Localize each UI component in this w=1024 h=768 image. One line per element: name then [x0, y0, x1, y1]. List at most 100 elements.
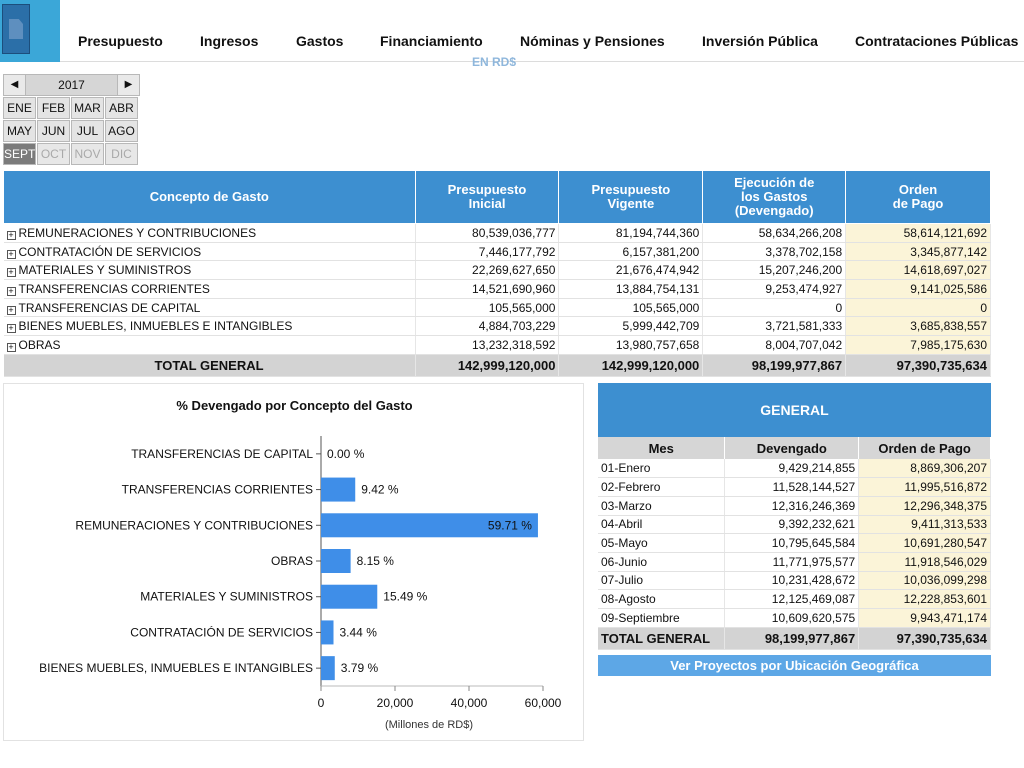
expand-icon[interactable]: + — [6, 324, 16, 334]
category-label: TRANSFERENCIAS CORRIENTES — [122, 483, 313, 497]
devengado-cell: 8,004,707,042 — [702, 335, 847, 355]
expand-icon[interactable]: + — [6, 268, 16, 278]
nav-nominas-pensiones[interactable]: Nóminas y Pensiones — [520, 33, 665, 49]
x-tick-label: 40,000 — [451, 696, 488, 710]
orden-cell: 9,141,025,586 — [845, 279, 991, 299]
general-table: Mes Devengado Orden de Pago 01-Enero 9,42… — [598, 437, 991, 650]
gen-devengado-cell: 12,316,246,369 — [724, 496, 860, 516]
vigente-cell: 13,980,757,658 — [558, 335, 704, 355]
prev-year-icon[interactable]: ◀ — [4, 75, 26, 95]
budget-row: + MATERIALES Y SUMINISTROS 22,269,627,650 2… — [3, 260, 991, 281]
budget-row: + REMUNERACIONES Y CONTRIBUCIONES 80,539,0… — [3, 223, 991, 243]
bar — [321, 584, 378, 609]
month-may[interactable]: MAY — [3, 120, 36, 142]
month-grid: ENE FEB MAR ABR MAY JUN JUL AGO SEPT OCT NOV DIC — [3, 97, 140, 165]
devengado-cell: 3,378,702,158 — [702, 242, 847, 262]
budget-body: + REMUNERACIONES Y CONTRIBUCIONES 80,539,0… — [3, 223, 991, 355]
bar-value-label: 8.15 % — [357, 554, 395, 568]
bar-value-label: 3.79 % — [341, 661, 379, 675]
gen-orden-cell: 12,296,348,375 — [858, 496, 991, 516]
vigente-cell: 6,157,381,200 — [558, 242, 704, 262]
month-ago[interactable]: AGO — [105, 120, 138, 142]
month-abr[interactable]: ABR — [105, 97, 138, 119]
concepto-label: MATERIALES Y SUMINISTROS — [18, 263, 192, 278]
logo-mark — [2, 4, 30, 54]
bar-value-label: 9.42 % — [361, 483, 399, 497]
category-label: BIENES MUEBLES, INMUEBLES E INTANGIBLES — [39, 661, 313, 675]
orden-cell: 3,345,877,142 — [845, 242, 991, 262]
nav-inversion-publica[interactable]: Inversión Pública — [702, 33, 818, 49]
gen-orden-cell: 11,918,546,029 — [858, 552, 991, 572]
mes-cell: 01-Enero — [598, 459, 726, 479]
vigente-cell: 105,565,000 — [558, 298, 704, 318]
gen-devengado-cell: 10,609,620,575 — [724, 608, 860, 628]
orden-cell: 58,614,121,692 — [845, 223, 991, 243]
month-feb[interactable]: FEB — [37, 97, 70, 119]
gen-devengado-cell: 9,392,232,621 — [724, 515, 860, 535]
header-gen-devengado: Devengado — [724, 437, 860, 459]
bar — [321, 549, 351, 573]
mes-cell: 07-Julio — [598, 571, 726, 591]
general-total-row: TOTAL GENERAL 98,199,977,867 97,390,735,… — [598, 627, 991, 650]
devengado-cell: 15,207,246,200 — [702, 260, 847, 281]
concepto-label: BIENES MUEBLES, INMUEBLES E INTANGIBLES — [18, 319, 293, 334]
nav-ingresos[interactable]: Ingresos — [200, 33, 258, 49]
chart-canvas: TRANSFERENCIAS DE CAPITAL 0.00 % TRANSFERE… — [39, 436, 562, 731]
general-row: 04-Abril 9,392,232,621 9,411,313,533 — [598, 515, 991, 535]
month-mar[interactable]: MAR — [71, 97, 104, 119]
logo[interactable] — [0, 0, 60, 62]
devengado-cell: 0 — [702, 298, 847, 318]
devengado-cell: 58,634,266,208 — [702, 223, 847, 243]
budget-table: Concepto de Gasto Presupuesto Inicial Pre… — [3, 170, 991, 377]
inicial-cell: 13,232,318,592 — [415, 335, 560, 355]
category-label: OBRAS — [271, 554, 313, 568]
category-label: CONTRATACIÓN DE SERVICIOS — [130, 624, 313, 639]
inicial-cell: 7,446,177,792 — [415, 242, 560, 262]
general-row: 09-Septiembre 10,609,620,575 9,943,471,174 — [598, 608, 991, 628]
general-row: 02-Febrero 11,528,144,527 11,995,516,872 — [598, 477, 991, 497]
gen-orden-cell: 9,411,313,533 — [858, 515, 991, 535]
concepto-label: REMUNERACIONES Y CONTRIBUCIONES — [18, 225, 257, 240]
header-vigente: Presupuesto Vigente — [558, 170, 704, 224]
month-dic: DIC — [105, 143, 138, 165]
month-ene[interactable]: ENE — [3, 97, 36, 119]
general-header-row: Mes Devengado Orden de Pago — [598, 437, 991, 459]
budget-total-row: TOTAL GENERAL 142,999,120,000 142,999,12… — [3, 354, 991, 377]
general-row: 06-Junio 11,771,975,577 11,918,546,029 — [598, 552, 991, 572]
orden-cell: 7,985,175,630 — [845, 335, 991, 355]
month-sept[interactable]: SEPT — [3, 143, 36, 165]
expand-icon[interactable]: + — [6, 286, 16, 296]
bar-value-label: 3.44 % — [340, 625, 378, 639]
nav-financiamiento[interactable]: Financiamiento — [380, 33, 483, 49]
page-subtitle: EN RD$ — [472, 56, 517, 66]
category-label: MATERIALES Y SUMINISTROS — [140, 590, 313, 604]
x-tick-label: 60,000 — [525, 696, 562, 710]
nav-contrataciones-publicas[interactable]: Contrataciones Públicas — [855, 33, 1018, 49]
bar — [321, 656, 335, 681]
nav-presupuesto[interactable]: Presupuesto — [78, 33, 163, 49]
expand-icon[interactable]: + — [6, 230, 16, 240]
budget-row: + TRANSFERENCIAS CORRIENTES 14,521,690,960… — [3, 279, 991, 299]
inicial-cell: 80,539,036,777 — [415, 223, 560, 243]
budget-row: + TRANSFERENCIAS DE CAPITAL 105,565,000 105… — [3, 298, 991, 318]
expand-icon[interactable]: + — [6, 249, 16, 259]
gen-total-devengado: 98,199,977,867 — [724, 627, 860, 650]
gen-total-orden: 97,390,735,634 — [858, 627, 991, 650]
expand-icon[interactable]: + — [6, 342, 16, 352]
month-jun[interactable]: JUN — [37, 120, 70, 142]
next-year-icon[interactable]: ▶ — [117, 75, 139, 95]
mes-cell: 02-Febrero — [598, 477, 726, 497]
geo-location-button[interactable]: Ver Proyectos por Ubicación Geográfica — [598, 655, 991, 676]
nav-gastos[interactable]: Gastos — [296, 33, 343, 49]
gen-total-label: TOTAL GENERAL — [598, 627, 726, 650]
gen-orden-cell: 11,995,516,872 — [858, 477, 991, 497]
mes-cell: 09-Septiembre — [598, 608, 726, 628]
expand-icon[interactable]: + — [6, 305, 16, 315]
concepto-label: CONTRATACIÓN DE SERVICIOS — [18, 244, 202, 259]
month-selector: ◀ 2017 ▶ ENE FEB MAR ABR MAY JUN JUL AGO SEPT OCT… — [3, 74, 140, 165]
devengado-cell: 3,721,581,333 — [702, 316, 847, 337]
general-body: 01-Enero 9,429,214,855 8,869,306,207 02-Feb… — [598, 459, 991, 628]
total-vigente: 142,999,120,000 — [558, 354, 704, 377]
month-jul[interactable]: JUL — [71, 120, 104, 142]
document-icon — [9, 19, 23, 39]
